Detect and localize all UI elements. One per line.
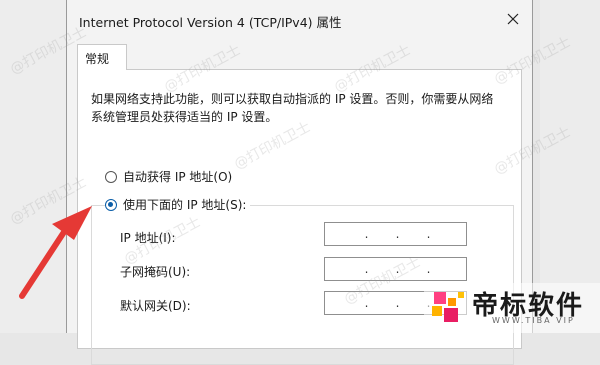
logo-subtext: WWW.TIBA VIP [492,316,575,325]
tab-general[interactable]: 常规 [77,44,127,70]
logo-mark-icon [432,292,464,322]
brand-logo: 帝标软件 WWW.TIBA VIP [424,283,600,333]
tab-general-label: 常规 [85,52,110,66]
